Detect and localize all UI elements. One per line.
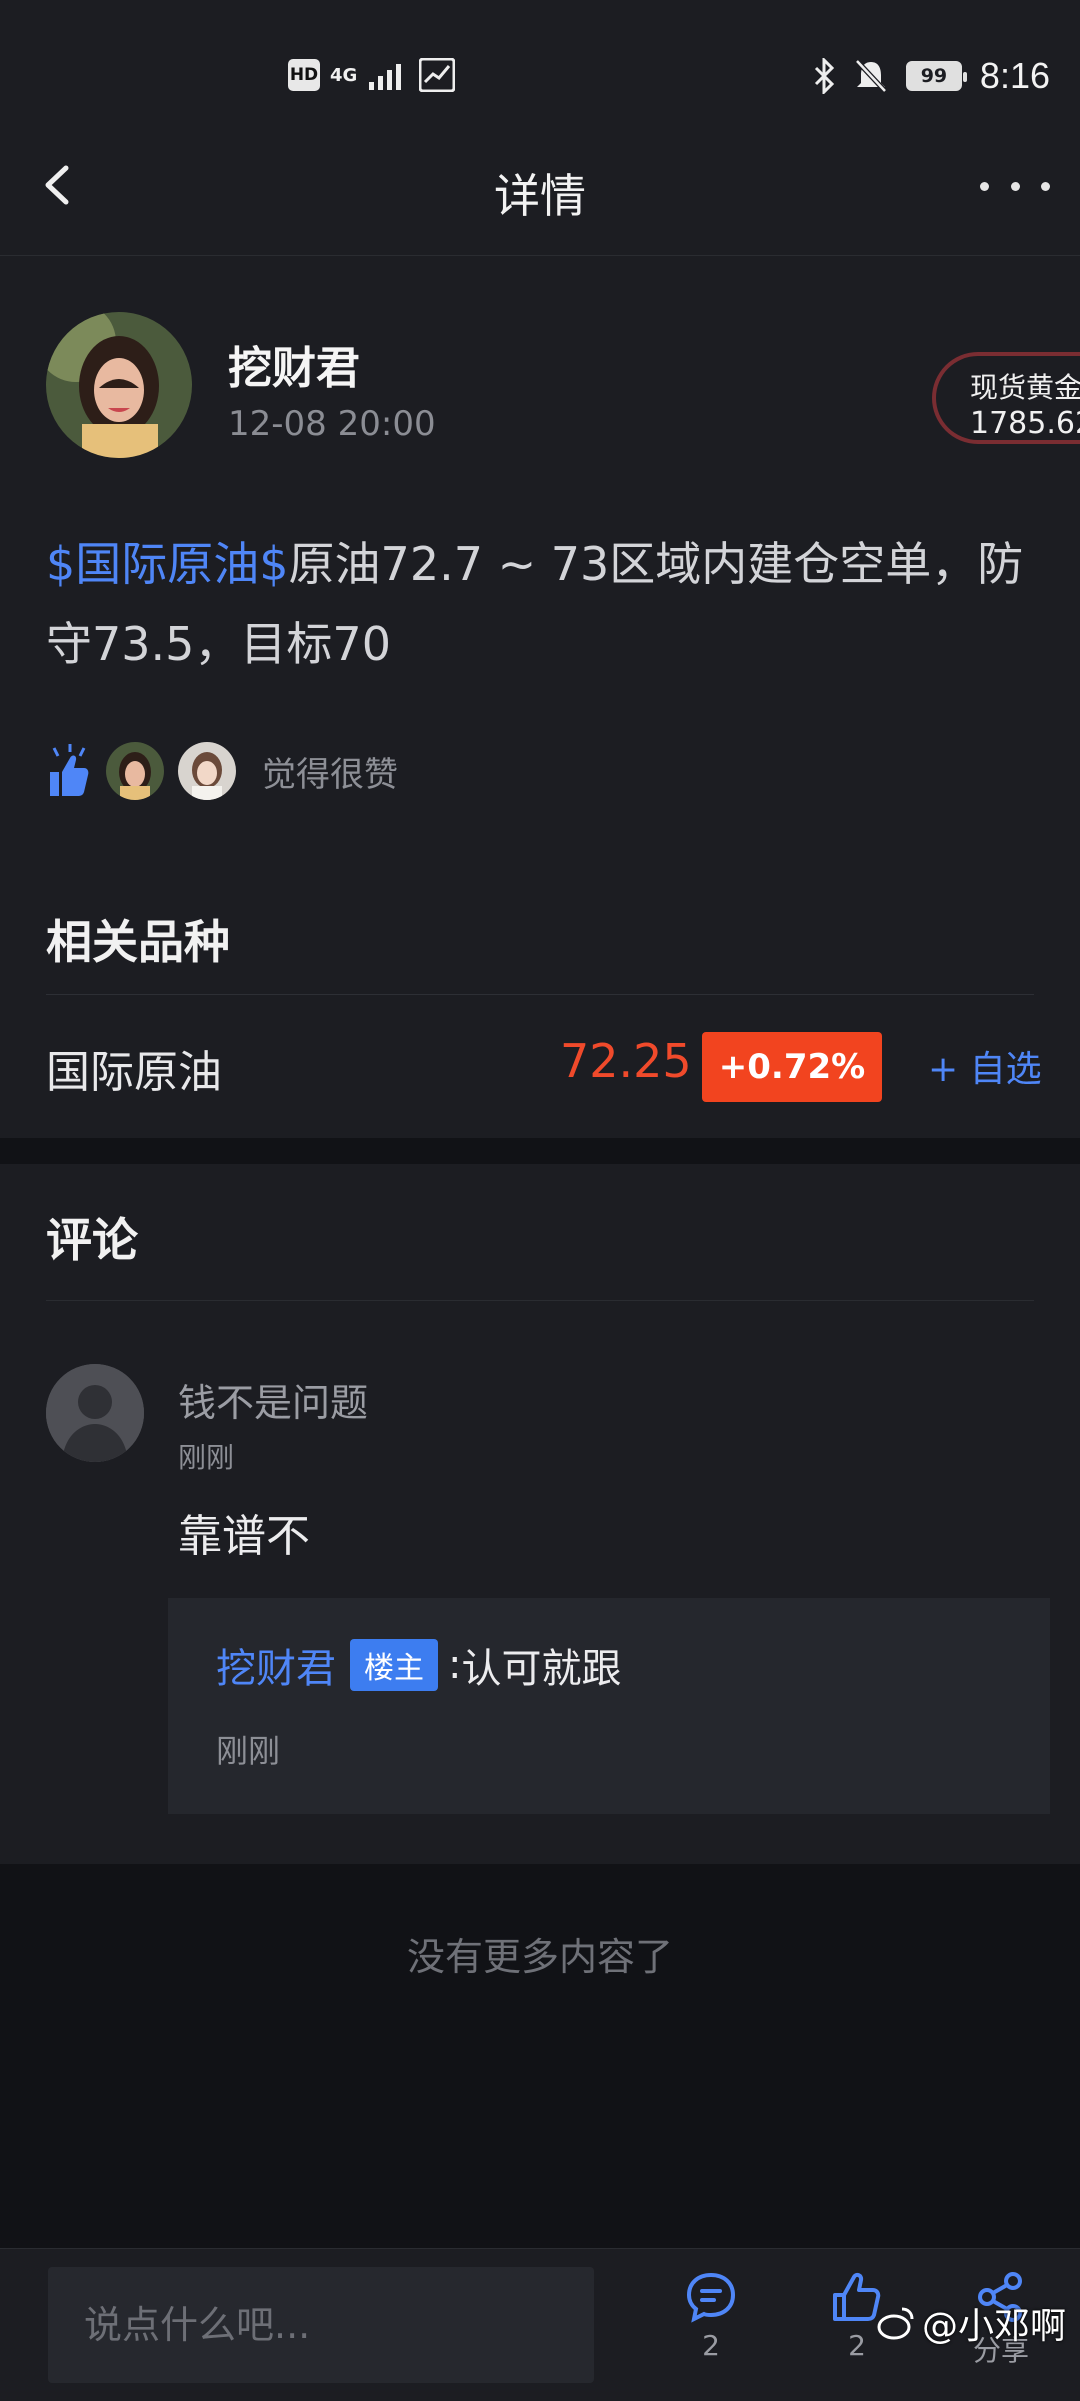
weibo-logo-icon [877,2307,914,2340]
related-symbol-name[interactable]: 国际原油 [46,1036,222,1100]
page-title: 详情 [494,169,586,223]
reply-author[interactable]: 挖财君 [216,1636,336,1694]
op-badge: 楼主 [350,1639,438,1691]
bluetooth-icon [814,58,835,94]
ticker-badge-label: 现货黄金 [970,371,1080,404]
comment-bubble-icon [686,2272,736,2323]
comment-input[interactable] [48,2267,594,2383]
bell-muted-icon [855,59,887,93]
likes-row[interactable]: 觉得很赞 [46,736,398,806]
commenter-name[interactable]: 钱不是问题 [178,1372,368,1427]
comment-button[interactable]: 2 [666,2269,756,2389]
more-options-button[interactable] [980,156,1050,216]
battery-icon: 99 [905,61,967,91]
hd-icon: HD [288,59,320,91]
status-icons-right: 99 8:16 [812,55,1050,97]
comments-section: 评论 钱不是问题 刚刚 靠谱不 挖财君 楼主 : 认可就跟 刚刚 [0,1164,1080,1864]
status-icons-left: HD 4G [288,58,456,92]
comments-title: 评论 [46,1213,138,1267]
navigation-bar: 详情 [0,130,1080,256]
reply-text: 认可就跟 [461,1646,622,1692]
author-avatar[interactable] [46,312,192,458]
reply-colon: : [448,1642,462,1688]
related-symbol-price: 72.25 [560,1034,692,1088]
price-change-badge: +0.72% [702,1032,882,1102]
reply-time: 刚刚 [216,1732,281,1770]
post-card: 挖财君 12-08 20:00 现货黄金 1785.62 $国际原油$原油72.… [0,256,1080,1136]
status-bar: HD 4G 99 8:16 [0,0,1080,130]
instrument-tag-link[interactable]: $国际原油$ [46,537,289,591]
dot-icon [980,181,989,191]
divider [46,1300,1034,1301]
comment-text[interactable]: 靠谱不 [178,1500,310,1564]
watermark-text: @小邓啊 [921,2306,1066,2347]
comment-time: 刚刚 [178,1441,235,1474]
signal-icon [369,64,402,90]
reply-box[interactable]: 挖财君 楼主 : 认可就跟 刚刚 [168,1598,1050,1814]
list-footer: 没有更多内容了 [0,1864,1080,2248]
dot-icon [1041,181,1050,191]
reply-line: 挖财君 楼主 : 认可就跟 [216,1636,621,1694]
related-section-title: 相关品种 [46,915,230,969]
chart-app-icon [419,58,456,92]
likes-text: 觉得很赞 [262,754,398,795]
avatar-photo [46,312,192,458]
liker-avatar [106,742,164,800]
add-to-watchlist-button[interactable]: + 自选 [928,1040,1042,1092]
divider [46,994,1034,995]
comment-count: 2 [702,2329,720,2362]
post-time: 12-08 20:00 [228,404,436,444]
bottom-action-bar: 2 2 分享 @小邓啊 [0,2248,1080,2401]
thumbs-up-icon [50,744,89,796]
commenter-avatar[interactable] [46,1364,144,1462]
network-type: 4G [330,64,358,86]
liker-avatar [178,742,236,800]
clock: 8:16 [979,55,1050,96]
section-separator [0,1138,1080,1164]
no-more-content-text: 没有更多内容了 [406,1935,673,1979]
author-name[interactable]: 挖财君 [228,332,360,396]
post-content: $国际原油$原油72.7 ~ 73区域内建仓空单，防守73.5，目标70 [46,524,1036,684]
dot-icon [1010,181,1020,191]
ticker-badge-price: 1785.62 [970,406,1080,441]
ticker-badge[interactable]: 现货黄金 1785.62 [932,352,1080,444]
default-user-icon [46,1364,144,1462]
watermark: @小邓啊 [876,2297,1066,2349]
